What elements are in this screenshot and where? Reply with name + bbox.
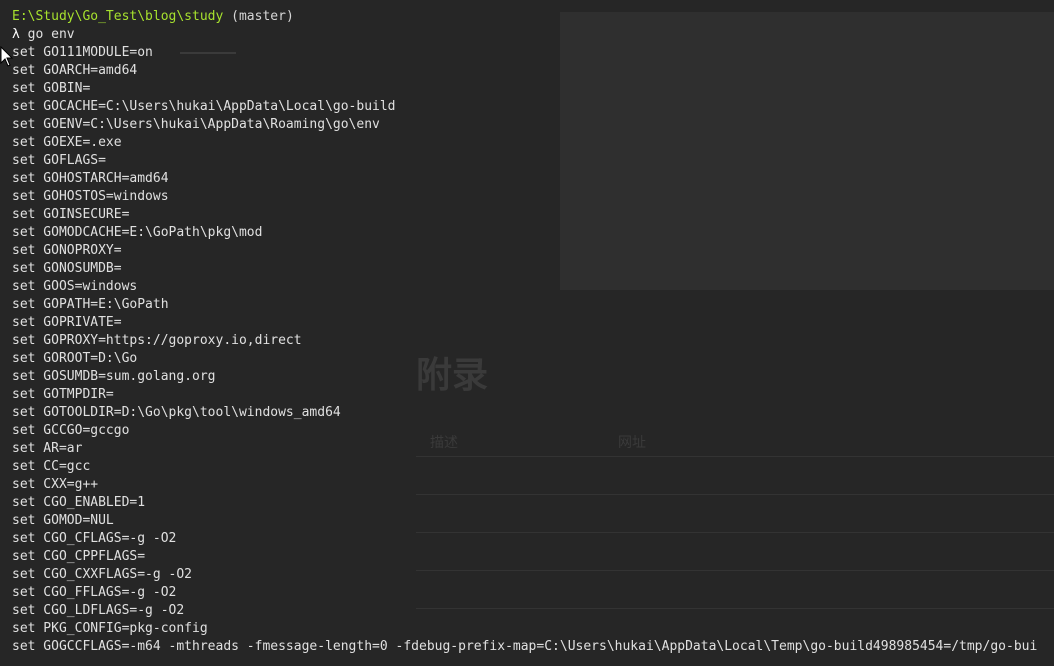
prompt-path: E:\Study\Go_Test\blog\study xyxy=(12,9,224,24)
env-line: set GO111MODULE=on xyxy=(12,45,153,60)
env-line: set GOPATH=E:\GoPath xyxy=(12,297,169,312)
prompt-branch: (master) xyxy=(223,9,294,24)
env-line: set GOCACHE=C:\Users\hukai\AppData\Local… xyxy=(12,99,396,114)
env-line: set CGO_FFLAGS=-g -O2 xyxy=(12,585,177,600)
env-line: set GONOPROXY= xyxy=(12,243,122,258)
env-line: set GOHOSTARCH=amd64 xyxy=(12,171,169,186)
env-line: set GOGCCFLAGS=-m64 -mthreads -fmessage-… xyxy=(12,639,1038,654)
env-line: set CC=gcc xyxy=(12,459,91,474)
env-line: set GOMODCACHE=E:\GoPath\pkg\mod xyxy=(12,225,263,240)
command-line: λ go env xyxy=(12,26,1037,44)
env-line: set GOENV=C:\Users\hukai\AppData\Roaming… xyxy=(12,117,380,132)
env-line: set GOSUMDB=sum.golang.org xyxy=(12,369,216,384)
env-line: set GOROOT=D:\Go xyxy=(12,351,138,366)
terminal-output[interactable]: E:\Study\Go_Test\blog\study (master) λ g… xyxy=(12,8,1037,656)
env-line: set PKG_CONFIG=pkg-config xyxy=(12,621,208,636)
mouse-pointer-icon xyxy=(0,46,14,67)
env-line: set GCCGO=gccgo xyxy=(12,423,130,438)
env-line: set CGO_CFLAGS=-g -O2 xyxy=(12,531,177,546)
env-line: set GOFLAGS= xyxy=(12,153,106,168)
env-line: set GOINSECURE= xyxy=(12,207,130,222)
env-line: set CGO_LDFLAGS=-g -O2 xyxy=(12,603,185,618)
env-line: set GOTOOLDIR=D:\Go\pkg\tool\windows_amd… xyxy=(12,405,341,420)
env-line: set CGO_CPPFLAGS= xyxy=(12,549,146,564)
env-lines: set GO111MODULE=on set GOARCH=amd64 set GO… xyxy=(12,44,1037,656)
env-line: set GOOS=windows xyxy=(12,279,138,294)
env-line: set GOBIN= xyxy=(12,81,91,96)
env-line: set CXX=g++ xyxy=(12,477,99,492)
env-line: set GOPRIVATE= xyxy=(12,315,122,330)
env-line: set AR=ar xyxy=(12,441,83,456)
prompt-line: E:\Study\Go_Test\blog\study (master) xyxy=(12,8,1037,26)
env-line: set GOARCH=amd64 xyxy=(12,63,138,78)
env-line: set CGO_ENABLED=1 xyxy=(12,495,146,510)
command-text: go env xyxy=(19,27,75,42)
env-line: set GOEXE=.exe xyxy=(12,135,122,150)
env-line: set GOMOD=NUL xyxy=(12,513,114,528)
env-line: set GOHOSTOS=windows xyxy=(12,189,169,204)
env-line: set CGO_CXXFLAGS=-g -O2 xyxy=(12,567,193,582)
prompt-symbol: λ xyxy=(12,27,20,42)
env-line: set GONOSUMDB= xyxy=(12,261,122,276)
env-line: set GOPROXY=https://goproxy.io,direct xyxy=(12,333,302,348)
env-line: set GOTMPDIR= xyxy=(12,387,114,402)
